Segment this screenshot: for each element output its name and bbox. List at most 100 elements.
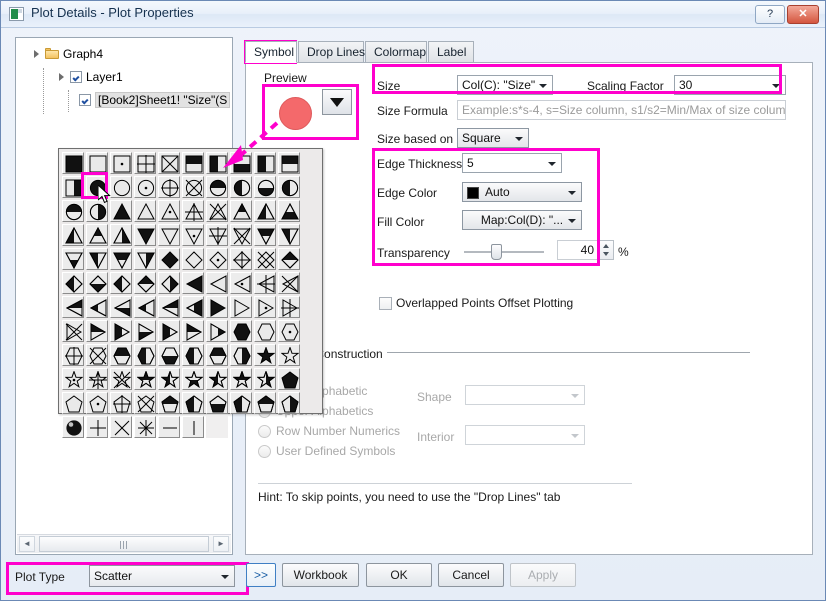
- tree-horizontal-scrollbar[interactable]: ◄ ►: [17, 534, 231, 553]
- symbol-cell-triangle-up-dot[interactable]: [158, 200, 180, 222]
- workbook-button[interactable]: Workbook: [282, 563, 359, 587]
- symbol-cell-cross[interactable]: [110, 416, 132, 438]
- symbol-cell-triangle-up-cross-x[interactable]: [206, 200, 228, 222]
- symbol-cell-triangle-up-right-fill[interactable]: [110, 224, 132, 246]
- symbol-cell-star-cross-plus[interactable]: [86, 368, 108, 390]
- symbol-cell-hexagon-open[interactable]: [254, 320, 276, 342]
- symbol-cell-diamond-left-fill[interactable]: [110, 272, 132, 294]
- scroll-left-arrow-icon[interactable]: ◄: [19, 536, 35, 552]
- symbol-cell-triangle-up-solid[interactable]: [110, 200, 132, 222]
- symbol-cell-pentagon-half-vertical[interactable]: [182, 392, 204, 414]
- symbol-cell-star-cross-x[interactable]: [110, 368, 132, 390]
- symbol-cell-triangle-down-open[interactable]: [158, 224, 180, 246]
- radio-row-number-numerics[interactable]: [258, 425, 271, 438]
- symbol-cell-diamond-dot[interactable]: [206, 248, 228, 270]
- symbol-cell-triangle-up-cross-plus[interactable]: [182, 200, 204, 222]
- ok-button[interactable]: OK: [366, 563, 432, 587]
- symbol-cell-triangle-left-solid[interactable]: [182, 272, 204, 294]
- symbol-cell-pentagon-cross-x[interactable]: [134, 392, 156, 414]
- symbol-cell-triangle-up-top-fill[interactable]: [86, 224, 108, 246]
- transparency-slider[interactable]: [464, 243, 544, 261]
- symbol-cell-triangle-down-cross-x[interactable]: [230, 224, 252, 246]
- symbol-cell-square-dot[interactable]: [110, 152, 132, 174]
- symbol-cell-plus[interactable]: [86, 416, 108, 438]
- symbol-cell-triangle-up-left-fill[interactable]: [62, 224, 84, 246]
- fill-color-dropdown[interactable]: Map:Col(D): "...: [462, 210, 582, 230]
- help-button[interactable]: ?: [755, 5, 785, 24]
- symbol-cell-star-open[interactable]: [278, 344, 300, 366]
- symbol-cell-hexagon-half-horizontal[interactable]: [110, 344, 132, 366]
- symbol-cell-hexagon-cross-x[interactable]: [86, 344, 108, 366]
- symbol-cell-diamond-cross-plus[interactable]: [230, 248, 252, 270]
- symbol-gallery-dropdown-button[interactable]: [322, 89, 352, 115]
- symbol-cell-triangle-left-half-vertical[interactable]: [86, 296, 108, 318]
- tab-label[interactable]: Label: [428, 41, 474, 63]
- symbol-cell-pentagon-open[interactable]: [62, 392, 84, 414]
- expander-icon[interactable]: [59, 72, 68, 81]
- symbol-cell-triangle-right-bottom-fill[interactable]: [134, 320, 156, 342]
- expand-button[interactable]: >>: [246, 563, 276, 587]
- symbol-cell-triangle-left-top-fill[interactable]: [158, 296, 180, 318]
- symbol-cell-triangle-right-cross-x[interactable]: [62, 320, 84, 342]
- symbol-cell-triangle-left-open[interactable]: [206, 272, 228, 294]
- symbol-cell-triangle-right-open[interactable]: [230, 296, 252, 318]
- symbol-cell-triangle-up-half-vertical[interactable]: [254, 200, 276, 222]
- stepper-up-icon[interactable]: [603, 244, 609, 248]
- symbol-cell-triangle-right-top-fill[interactable]: [182, 320, 204, 342]
- symbol-cell-triangle-right-right-fill[interactable]: [206, 320, 228, 342]
- symbol-cell-star-bottom-fill[interactable]: [182, 368, 204, 390]
- symbol-cell-horizontal-line[interactable]: [158, 416, 180, 438]
- tree-item-checkbox[interactable]: [79, 94, 91, 106]
- symbol-cell-star-solid[interactable]: [254, 344, 276, 366]
- symbol-cell-pentagon-solid[interactable]: [278, 368, 300, 390]
- symbol-cell-diamond-right-fill[interactable]: [158, 272, 180, 294]
- symbol-cell-star-half-horizontal[interactable]: [134, 368, 156, 390]
- symbol-cell-triangle-left-bottom-fill[interactable]: [110, 296, 132, 318]
- transparency-stepper[interactable]: [599, 240, 614, 260]
- stepper-down-icon[interactable]: [603, 252, 609, 256]
- symbol-cell-circle-left-fill[interactable]: [278, 176, 300, 198]
- tab-symbol[interactable]: Symbol: [245, 41, 297, 63]
- size-formula-input[interactable]: Example:s*s-4, s=Size column, s1/s2=Min/…: [457, 100, 786, 120]
- symbol-cell-hexagon-left-fill[interactable]: [182, 344, 204, 366]
- symbol-cell-blank[interactable]: [206, 416, 228, 438]
- symbol-cell-sphere[interactable]: [62, 416, 84, 438]
- transparency-value-input[interactable]: 40: [557, 240, 599, 260]
- symbol-cell-star-dot[interactable]: [62, 368, 84, 390]
- close-button[interactable]: ✕: [787, 5, 819, 24]
- symbol-cell-triangle-right-solid[interactable]: [206, 296, 228, 318]
- symbol-cell-vertical-line[interactable]: [182, 416, 204, 438]
- symbol-cell-circle-bottom-fill[interactable]: [254, 176, 276, 198]
- plot-type-dropdown[interactable]: Scatter: [89, 565, 235, 587]
- symbol-cell-triangle-down-right-fill[interactable]: [134, 248, 156, 270]
- scroll-right-arrow-icon[interactable]: ►: [213, 536, 229, 552]
- symbol-cell-circle-open[interactable]: [110, 176, 132, 198]
- symbol-cell-circle-half-vertical[interactable]: [230, 176, 252, 198]
- scaling-factor-dropdown[interactable]: 30: [674, 75, 786, 95]
- tab-drop-lines[interactable]: Drop Lines: [298, 41, 364, 63]
- symbol-cell-square-half-horizontal[interactable]: [182, 152, 204, 174]
- expander-icon[interactable]: [34, 49, 43, 58]
- radio-user-defined-symbols[interactable]: [258, 445, 271, 458]
- scrollbar-thumb[interactable]: [39, 536, 209, 552]
- interior-dropdown[interactable]: [465, 425, 585, 445]
- symbol-cell-triangle-right-left-fill[interactable]: [158, 320, 180, 342]
- symbol-cell-diamond-cross-x[interactable]: [254, 248, 276, 270]
- symbol-cell-hexagon-bottom-fill[interactable]: [158, 344, 180, 366]
- symbol-cell-circle-top-fill[interactable]: [62, 200, 84, 222]
- symbol-cell-circle-cross-x[interactable]: [182, 176, 204, 198]
- symbol-cell-square-open[interactable]: [86, 152, 108, 174]
- symbol-cell-diamond-open[interactable]: [182, 248, 204, 270]
- symbol-cell-triangle-down-cross-plus[interactable]: [206, 224, 228, 246]
- symbol-cell-circle-half-horizontal[interactable]: [206, 176, 228, 198]
- symbol-cell-triangle-down-half-vertical[interactable]: [278, 224, 300, 246]
- symbol-cell-diamond-solid[interactable]: [158, 248, 180, 270]
- tab-colormap[interactable]: Colormap: [365, 41, 427, 63]
- size-column-dropdown[interactable]: Col(C): "Size": [457, 75, 553, 95]
- symbol-cell-triangle-left-cross-x[interactable]: [278, 272, 300, 294]
- symbol-cell-star-left-fill[interactable]: [206, 368, 228, 390]
- symbol-cell-pentagon-right-fill[interactable]: [278, 392, 300, 414]
- symbol-cell-triangle-left-cross-plus[interactable]: [254, 272, 276, 294]
- symbol-cell-star-half-vertical[interactable]: [158, 368, 180, 390]
- overlapped-points-checkbox[interactable]: [379, 297, 392, 310]
